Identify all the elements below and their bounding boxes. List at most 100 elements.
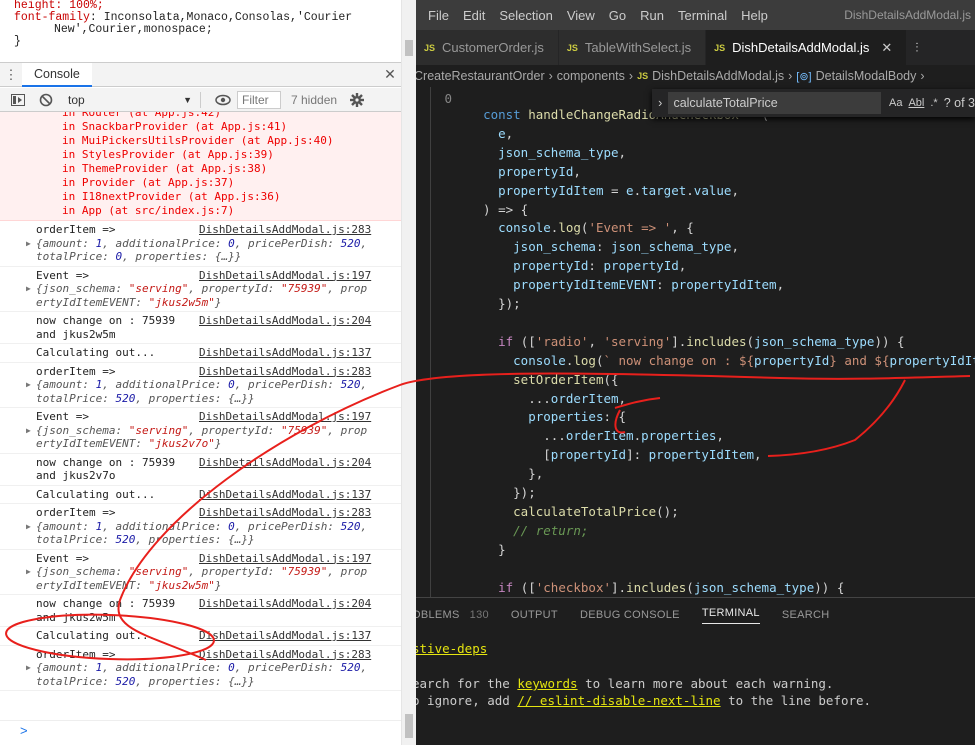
close-icon[interactable]: ✕ [881,40,892,56]
tab-output[interactable]: OUTPUT [511,609,558,621]
crumb-file[interactable]: DishDetailsAddModal.js [652,69,784,83]
chevron-right-icon: › [628,69,634,83]
expand-triangle-icon[interactable]: ▶ [26,565,31,579]
match-count: ? of 3 [943,96,975,110]
console-message[interactable]: now change on : 75939 DishDetailsAddModal… [0,312,401,344]
code-line: // return; [513,522,589,538]
source-link[interactable]: DishDetailsAddModal.js:137 [199,629,371,643]
menu-go[interactable]: Go [609,8,626,23]
code-line: setOrderItem({ [513,371,619,387]
source-link[interactable]: DishDetailsAddModal.js:204 [199,456,371,470]
chevron-right-icon[interactable]: › [652,96,668,110]
console-message[interactable]: orderItem => DishDetailsAddModal.js:283 ▶{… [0,504,401,550]
menu-selection[interactable]: Selection [499,8,552,23]
code-editor[interactable]: 0 const handleChangeRadioAndCheckbox = (… [416,87,975,597]
scroll-thumb[interactable] [405,40,413,56]
crumb-components[interactable]: components [557,69,625,83]
menu-terminal[interactable]: Terminal [678,8,727,23]
code-line: propertyIdItemEVENT: propertyIdItem, [513,277,785,293]
gear-icon[interactable] [347,90,367,110]
source-link[interactable]: DishDetailsAddModal.js:137 [199,346,371,360]
console-message[interactable]: Calculating out... DishDetailsAddModal.js… [0,486,401,504]
tab-search[interactable]: SEARCH [782,609,830,621]
tab-terminal[interactable]: TERMINAL [701,607,760,624]
tab-dish-details-add-modal[interactable]: JS DishDetailsAddModal.js ✕ [706,30,908,65]
hidden-count[interactable]: 7 hidden [291,93,337,107]
menu-help[interactable]: Help [741,8,768,23]
source-link[interactable]: DishDetailsAddModal.js:283 [199,365,371,379]
chevron-right-icon: › [788,69,793,83]
source-link[interactable]: DishDetailsAddModal.js:283 [199,648,371,662]
console-prompt[interactable]: > [0,720,401,745]
find-input[interactable]: calculateTotalPrice [668,92,881,114]
symbol-icon: [⊚] [796,70,812,83]
expand-triangle-icon[interactable]: ▶ [26,378,31,392]
scroll-thumb-bottom[interactable] [405,714,413,738]
source-link[interactable]: DishDetailsAddModal.js:197 [199,269,371,283]
object-preview: ▶ {amount: 1, additionalPrice: 0, pricePe… [26,519,368,533]
source-link[interactable]: DishDetailsAddModal.js:197 [199,410,371,424]
console-message[interactable]: Event => DishDetailsAddModal.js:197 ▶ {json… [0,550,401,595]
menu-run[interactable]: Run [640,8,664,23]
tab-customer-order[interactable]: JS CustomerOrder.js [416,30,559,65]
filter-input[interactable]: Filter [237,90,281,109]
console-message[interactable]: now change on : 75939 DishDetailsAddModal… [0,595,401,627]
clear-console-icon[interactable] [36,90,56,110]
split-editor-icon[interactable]: ⫶ [907,30,918,65]
console-message[interactable]: Event => DishDetailsAddModal.js:197 ▶ {json… [0,267,401,312]
expand-triangle-icon[interactable]: ▶ [26,237,31,251]
close-drawer-icon[interactable]: ✕ [379,66,401,83]
code-line: console.log(` now change on : ${property… [513,352,975,368]
tab-table-with-select[interactable]: JS TableWithSelect.js [558,30,707,65]
eye-icon[interactable] [213,90,233,110]
regex-toggle[interactable]: .* [930,97,937,109]
js-file-icon: JS [714,42,726,53]
source-link[interactable]: DishDetailsAddModal.js:204 [199,597,371,611]
sidebar-toggle-icon[interactable] [8,90,28,110]
tab-console[interactable]: Console [22,62,92,87]
console-message[interactable]: orderItem => DishDetailsAddModal.js:283 ▶{… [0,363,401,408]
expand-triangle-icon[interactable]: ▶ [26,661,31,675]
source-link[interactable]: DishDetailsAddModal.js:283 [199,506,371,520]
drawer-menu-icon[interactable]: ⋮ [0,67,22,83]
terminal-line: stive-deps [416,641,488,656]
styles-fragment: height: 100%; font-family: Inconsolata,M… [0,0,400,50]
devtools-scrollbar[interactable] [401,0,416,745]
console-message[interactable]: Event => DishDetailsAddModal.js:197 ▶ {json… [0,408,401,454]
source-link[interactable]: DishDetailsAddModal.js:204 [199,314,371,328]
error-stack-line: in Router (at App.js:42) [62,112,221,119]
console-message[interactable]: Calculating out... DishDetailsAddModal.js… [0,627,401,646]
code-line: calculateTotalPrice(); [513,503,679,519]
menu-file[interactable]: File [428,8,449,23]
menu-edit[interactable]: Edit [463,8,485,23]
error-stack-line: in ThemeProvider (at App.js:38) [62,162,268,175]
context-value: top [68,92,85,107]
object-preview: ▶ {amount: 1, additionalPrice: 0, pricePe… [26,236,368,250]
source-link[interactable]: DishDetailsAddModal.js:197 [199,552,371,566]
object-preview-cont: ertyIdItemEVENT: "jkus2v7o"} [36,437,222,450]
css-close-brace: } [14,35,21,48]
code-line: }); [468,296,521,311]
object-preview-cont: ertyIdItemEVENT: "jkus2w5m"} [36,578,222,592]
menu-view[interactable]: View [567,8,595,23]
breadcrumb: CreateRestaurantOrder › components › JS Di… [416,65,973,87]
source-link[interactable]: DishDetailsAddModal.js:283 [199,223,371,237]
tab-label: DishDetailsAddModal.js [732,40,870,55]
console-message[interactable]: now change on : 75939 DishDetailsAddModal… [0,454,401,486]
tab-debug-console[interactable]: DEBUG CONSOLE [580,609,680,621]
expand-triangle-icon[interactable]: ▶ [26,424,31,438]
tab-problems[interactable]: OBLEMS [416,609,460,621]
source-link[interactable]: DishDetailsAddModal.js:137 [199,488,371,502]
crumb-folder[interactable]: CreateRestaurantOrder [416,69,545,83]
console-message[interactable]: orderItem => DishDetailsAddModal.js:283 ▶{… [0,221,401,267]
chevron-right-icon: › [920,69,925,83]
whole-word-toggle[interactable]: Abl [908,97,924,109]
devtools-pane: height: 100%; font-family: Inconsolata,M… [0,0,416,745]
crumb-symbol[interactable]: DetailsModalBody [816,69,917,83]
console-message[interactable]: orderItem => DishDetailsAddModal.js:283 ▶{… [0,646,401,691]
match-case-toggle[interactable]: Aa [889,97,902,109]
expand-triangle-icon[interactable]: ▶ [26,520,31,534]
expand-triangle-icon[interactable]: ▶ [26,282,31,296]
context-select[interactable]: top ▼ [68,93,196,107]
console-message[interactable]: Calculating out... DishDetailsAddModal.js… [0,344,401,363]
